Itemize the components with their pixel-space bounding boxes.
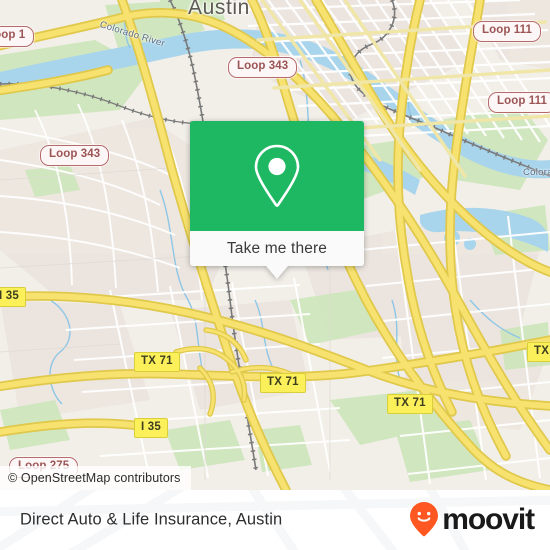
road-shield-i-35-b: I 35 (0, 287, 26, 307)
map-label-city: Austin (188, 0, 250, 19)
footer-bar: Direct Auto & Life Insurance, Austin moo… (0, 490, 550, 550)
osm-attribution-text: © OpenStreetMap contributors (8, 471, 181, 485)
take-me-there-label: Take me there (226, 239, 328, 257)
osm-attribution[interactable]: © OpenStreetMap contributors (0, 466, 191, 490)
map-label-river-colorado-edge: Colora (523, 167, 550, 178)
moovit-wordmark: moovit (442, 503, 535, 536)
road-shield-loop-111-b: Loop 111 (488, 92, 550, 113)
moovit-pin-smile-icon (410, 502, 439, 537)
road-shield-tx-71-d: TX 71 (527, 342, 550, 362)
place-title: Direct Auto & Life Insurance, Austin (20, 510, 283, 529)
road-shield-loop-1: Loop 1 (0, 26, 35, 47)
moovit-place-card: Austin Colorado River Colora Loop 1 Loop… (0, 0, 550, 550)
road-shield-i-35-a: I 35 (134, 418, 168, 438)
road-shield-loop-111-a: Loop 111 (473, 21, 542, 42)
road-shield-tx-71-a: TX 71 (134, 352, 180, 372)
popup-hero (190, 121, 364, 231)
map-canvas[interactable]: Austin Colorado River Colora Loop 1 Loop… (0, 0, 550, 490)
road-shield-tx-71-b: TX 71 (260, 373, 306, 393)
road-shield-tx-71-c: TX 71 (387, 394, 433, 414)
moovit-brand[interactable]: moovit (409, 501, 535, 539)
popup-action-bar[interactable]: Take me there (190, 231, 364, 266)
road-shield-loop-343-b: Loop 343 (40, 145, 110, 166)
place-popup-card[interactable]: Take me there (190, 121, 364, 279)
location-pin-icon (254, 144, 300, 207)
popup-pointer-tail (266, 266, 288, 279)
road-shield-loop-343-a: Loop 343 (228, 57, 298, 78)
